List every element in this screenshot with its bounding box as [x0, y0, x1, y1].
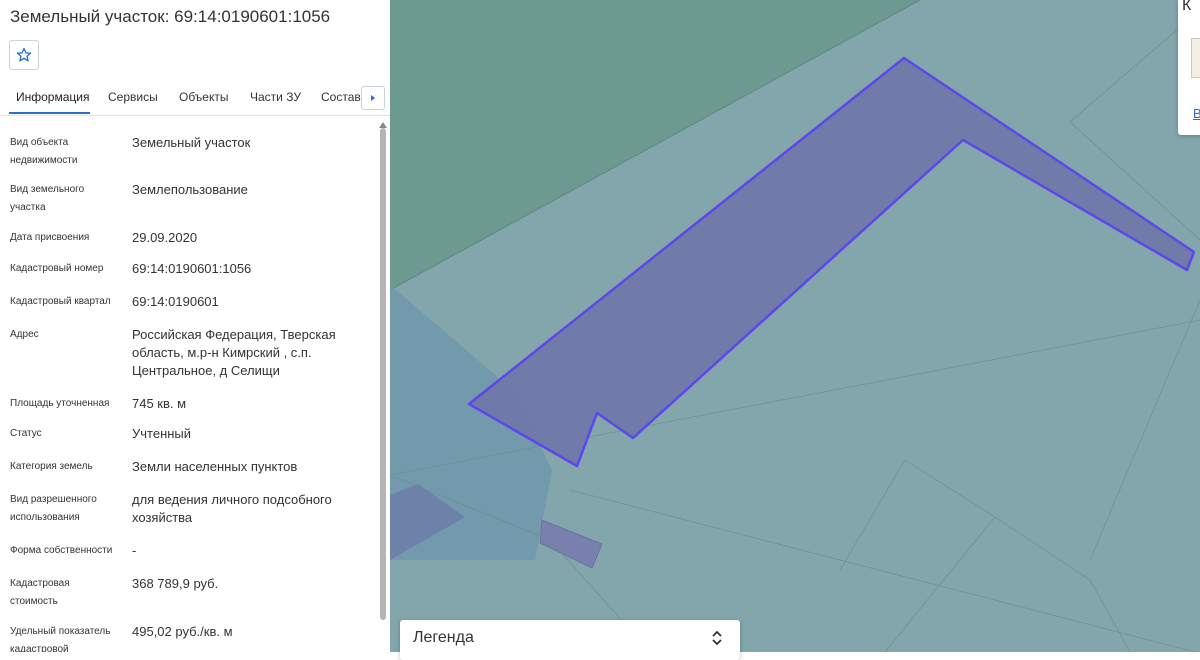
info-value: Учтенный [132, 426, 192, 441]
info-label: Вид земельного участка [10, 184, 85, 213]
tab-services[interactable]: Сервисы [108, 90, 158, 104]
legend-panel[interactable]: Легенда [400, 620, 740, 660]
info-value: Землепользование [132, 182, 248, 197]
info-label: Адрес [10, 329, 39, 340]
info-value: Земельный участок [132, 135, 251, 150]
star-icon [16, 47, 32, 62]
info-label: Кадастровый квартал [10, 296, 111, 307]
info-value: 495,02 руб./кв. м [132, 624, 233, 639]
tab-objects[interactable]: Объекты [179, 90, 229, 104]
map-canvas[interactable] [390, 0, 1200, 652]
favorite-button[interactable] [9, 40, 39, 70]
tab-parcel-parts[interactable]: Части ЗУ [250, 90, 301, 104]
active-tab-indicator [9, 112, 90, 114]
info-label: Категория земель [10, 461, 93, 472]
info-label: Площадь уточненная [10, 398, 110, 409]
tabs-next-button[interactable] [361, 86, 385, 110]
info-panel: Земельный участок: 69:14:0190601:1056 Ин… [0, 0, 391, 652]
chevron-right-icon [371, 95, 375, 101]
info-label: Дата присвоения [10, 232, 90, 243]
tab-composition[interactable]: Состав [321, 90, 361, 104]
page-title: Земельный участок: 69:14:0190601:1056 [10, 7, 331, 26]
layer-card[interactable]: К В [1178, 0, 1200, 135]
info-label: Форма собственности [10, 545, 113, 556]
info-label: Кадастровый номер [10, 263, 104, 274]
info-value: Российская Федерация, Тверская область, … [132, 327, 336, 378]
info-value: Земли населенных пунктов [132, 459, 298, 474]
scrollbar[interactable] [378, 118, 388, 652]
info-value: 69:14:0190601:1056 [132, 261, 252, 276]
scrollbar-thumb[interactable] [380, 128, 386, 620]
info-value: 69:14:0190601 [132, 294, 219, 309]
map-view[interactable] [390, 0, 1200, 652]
tab-bar: Информация Сервисы Объекты Части ЗУ Сост… [0, 82, 390, 116]
info-label: Вид объекта недвижимости [10, 137, 78, 166]
info-value: 368 789,9 руб. [132, 576, 219, 591]
layer-thumbnail-icon[interactable] [1191, 38, 1200, 78]
info-value: 29.09.2020 [132, 230, 198, 245]
legend-title: Легенда [413, 629, 474, 646]
info-label: Статус [10, 428, 42, 439]
info-value: для ведения личного подсобного хозяйства [132, 492, 332, 525]
info-label: Кадастровая стоимость [10, 578, 70, 607]
info-label: Удельный показатель кадастровой [10, 626, 111, 652]
expand-collapse-icon[interactable] [711, 629, 723, 647]
info-value: 745 кв. м [132, 396, 187, 411]
tab-information[interactable]: Информация [16, 90, 89, 104]
info-value: - [132, 543, 137, 558]
layer-card-link[interactable]: В [1193, 106, 1200, 121]
layer-card-letter: К [1182, 0, 1192, 14]
info-label: Вид разрешенного использования [10, 494, 97, 523]
